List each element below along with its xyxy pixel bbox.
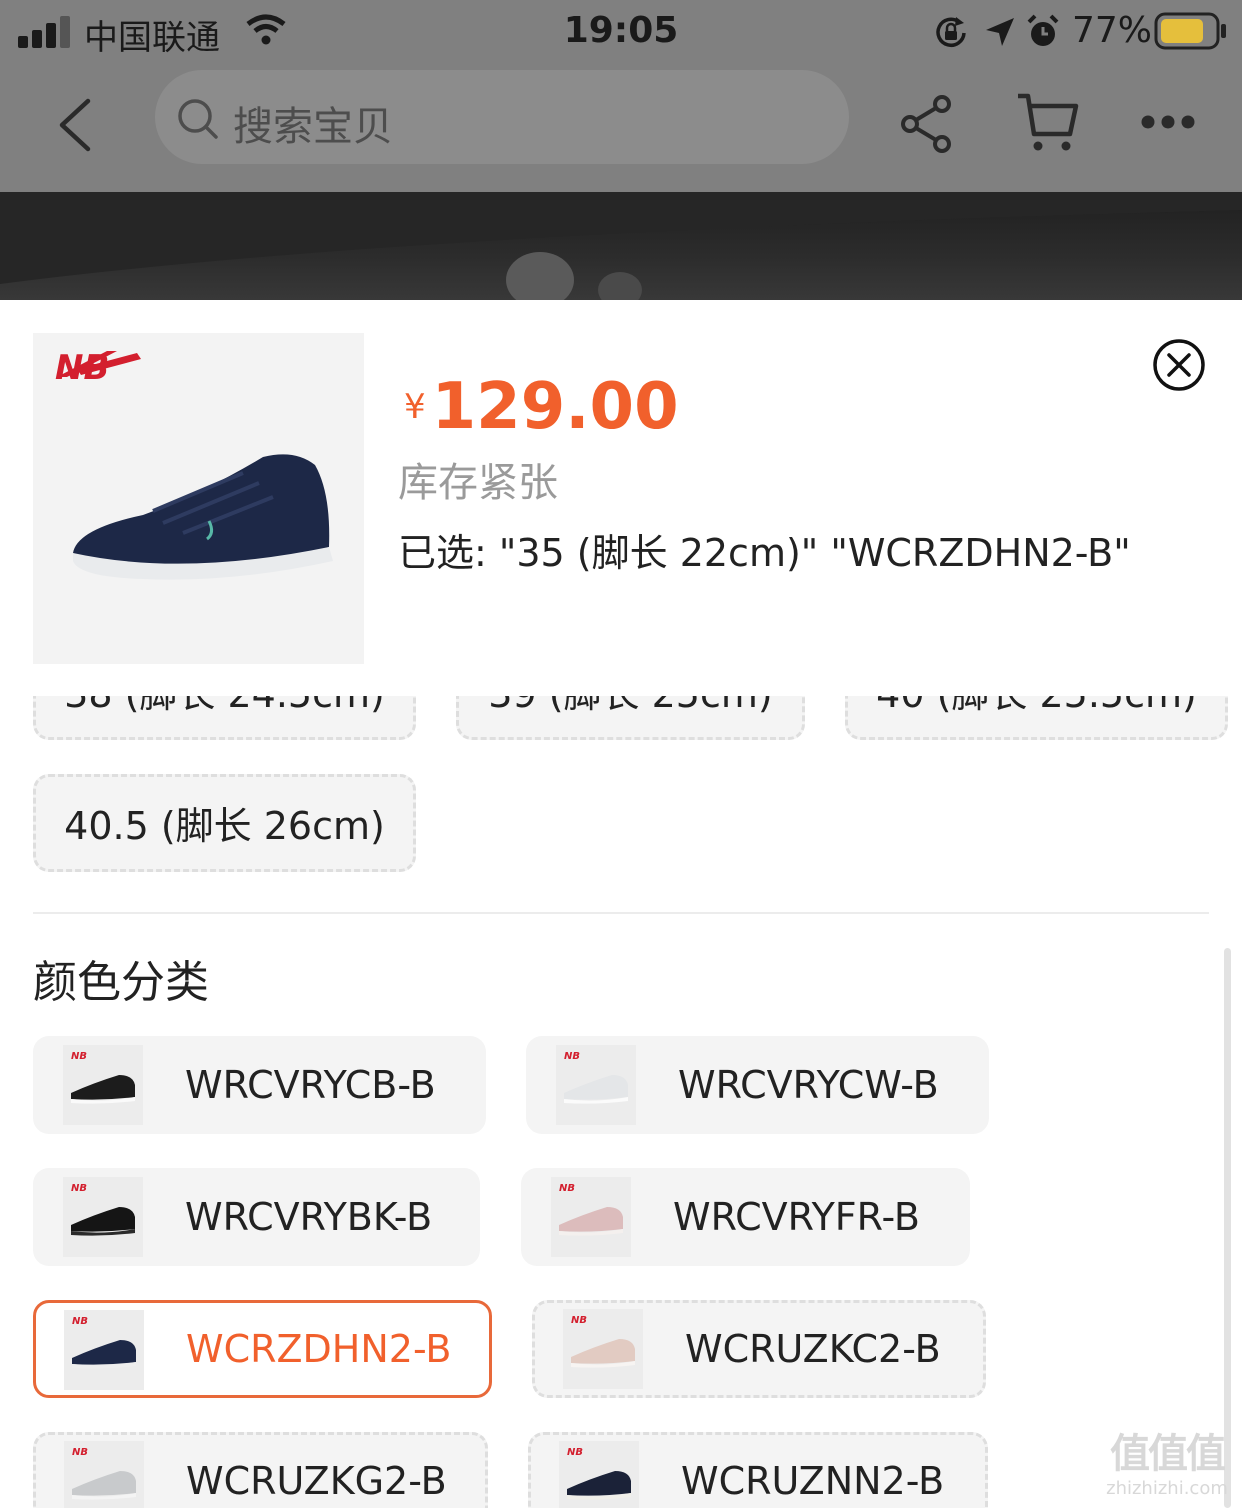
product-thumbnail[interactable]: NB — [33, 333, 364, 664]
shoe-thumbnail-black-white: NB — [63, 1045, 143, 1125]
color-section-title: 颜色分类 — [33, 957, 209, 1008]
battery-percentage: 77% — [1072, 10, 1153, 51]
color-option-label: WRCVRYFR-B — [673, 1195, 920, 1239]
svg-text:NB: NB — [567, 1447, 583, 1458]
watermark-site: zhizhizhi.com — [1106, 1478, 1228, 1499]
product-shoe-image: NB — [55, 348, 333, 580]
color-option[interactable]: NB WRCVRYBK-B — [33, 1168, 480, 1266]
color-option-label: WCRUZNN2-B — [681, 1459, 945, 1503]
location-icon — [986, 18, 1014, 46]
alarm-icon — [1027, 14, 1059, 46]
svg-text:NB: NB — [71, 1183, 87, 1194]
sku-selection-sheet: NB ¥129.00 库存紧张 已选: "35 (脚长 22cm)" "WCRZ… — [0, 300, 1242, 1508]
shoe-thumbnail-black: NB — [63, 1177, 143, 1257]
rotation-lock-icon — [936, 17, 966, 47]
color-option[interactable]: NB WRCVRYCB-B — [33, 1036, 486, 1134]
color-option-label: WCRUZKG2-B — [186, 1459, 447, 1503]
shoe-thumbnail-dark-navy: NB — [559, 1441, 639, 1508]
site-watermark: 值值值 zhizhizhi.com — [1092, 1432, 1242, 1508]
size-option[interactable]: 38 (脚长 24.5cm) — [33, 696, 416, 740]
search-input[interactable]: 搜索宝贝 — [155, 70, 849, 164]
color-option[interactable]: NB WCRUZNN2-B — [528, 1432, 988, 1508]
cart-icon[interactable] — [1016, 92, 1080, 154]
price-value: 129.00 — [431, 370, 679, 444]
shoe-thumbnail-white: NB — [556, 1045, 636, 1125]
watermark-glyphs: 值值值 — [1110, 1431, 1226, 1477]
product-hero-image — [0, 192, 1242, 300]
color-option-label: WRCVRYCB-B — [185, 1063, 436, 1107]
price: ¥129.00 — [404, 370, 679, 444]
svg-text:NB: NB — [564, 1051, 580, 1062]
svg-text:NB: NB — [71, 1051, 87, 1062]
selected-options-text: 已选: "35 (脚长 22cm)" "WCRZDHN2-B" — [398, 531, 1131, 575]
share-icon[interactable] — [898, 94, 956, 154]
back-icon[interactable] — [56, 98, 96, 152]
color-option-label: WCRZDHN2-B — [186, 1327, 452, 1371]
svg-text:NB: NB — [72, 1447, 88, 1458]
stock-status: 库存紧张 — [398, 460, 558, 506]
options-scroll-area[interactable]: 38 (脚长 24.5cm) 39 (脚长 25cm) 40 (脚长 25.5c… — [0, 696, 1242, 1508]
size-option[interactable]: 39 (脚长 25cm) — [456, 696, 805, 740]
more-icon[interactable] — [1140, 114, 1196, 130]
shoe-thumbnail-navy: NB — [64, 1310, 144, 1390]
close-icon[interactable] — [1152, 338, 1206, 392]
color-option-label: WRCVRYBK-B — [185, 1195, 433, 1239]
hero-shoe-shape — [0, 192, 1242, 300]
status-bar: 中国联通 19:05 77% — [0, 0, 1242, 64]
color-option[interactable]: NB WCRUZKG2-B — [33, 1432, 488, 1508]
shoe-thumbnail-grey: NB — [64, 1441, 144, 1508]
shoe-thumbnail-pink: NB — [551, 1177, 631, 1257]
color-option[interactable]: NB WRCVRYFR-B — [521, 1168, 970, 1266]
color-option-label: WRCVRYCW-B — [678, 1063, 939, 1107]
svg-text:NB: NB — [571, 1315, 587, 1326]
search-icon — [178, 99, 218, 139]
nav-bar: 搜索宝贝 — [0, 64, 1242, 192]
scrollbar[interactable] — [1224, 948, 1231, 1508]
size-option[interactable]: 40.5 (脚长 26cm) — [33, 774, 416, 872]
size-option[interactable]: 40 (脚长 25.5cm) — [845, 696, 1228, 740]
brand-logo: NB — [55, 348, 141, 388]
brand-logo-text: NB — [55, 348, 109, 388]
battery-icon — [1154, 12, 1226, 50]
section-divider — [33, 912, 1209, 914]
search-placeholder: 搜索宝贝 — [233, 104, 393, 150]
color-option[interactable]: NB WRCVRYCW-B — [526, 1036, 989, 1134]
shoe-thumbnail-beige: NB — [563, 1309, 643, 1389]
svg-text:NB: NB — [559, 1183, 575, 1194]
svg-text:NB: NB — [72, 1316, 88, 1327]
price-currency: ¥ — [404, 387, 426, 427]
color-option-label: WCRUZKC2-B — [685, 1327, 941, 1371]
color-option[interactable]: NB WCRUZKC2-B — [532, 1300, 986, 1398]
color-option-selected[interactable]: NB WCRZDHN2-B — [33, 1300, 492, 1398]
